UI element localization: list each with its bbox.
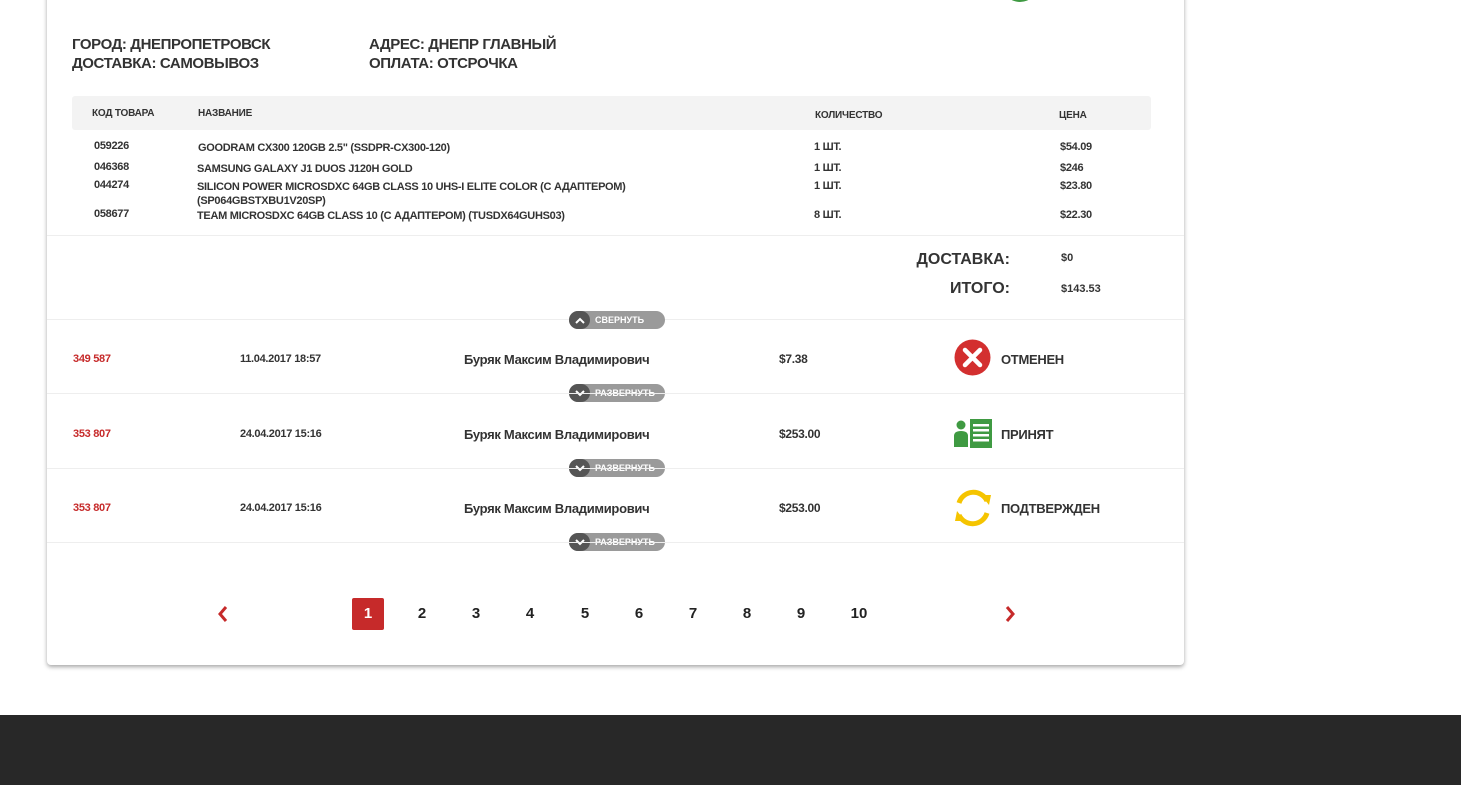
item-code: 046368: [94, 161, 129, 173]
item-qty: 1 ШТ.: [814, 141, 842, 153]
order-sum: $253.00: [779, 501, 821, 515]
status-check-icon: [1002, 0, 1038, 2]
page-10[interactable]: 10: [843, 598, 875, 630]
item-name: GOODRAM CX300 120GB 2.5" (SSDPR-CX300-12…: [198, 142, 450, 154]
divider: [47, 542, 1184, 543]
chevron-left-icon[interactable]: [213, 604, 233, 624]
header-code: КОД ТОВАРА: [92, 108, 155, 119]
confirmed-icon: [951, 487, 995, 534]
item-qty: 1 ШТ.: [814, 162, 842, 174]
order-customer: Буряк Максим Владимирович: [464, 427, 650, 442]
delivery-info: ДОСТАВКА: САМОВЫВОЗ: [72, 55, 259, 72]
delivery-total-label: ДОСТАВКА:: [916, 251, 1010, 268]
divider: [47, 235, 1184, 236]
site-footer: [0, 715, 1461, 785]
order-customer: Буряк Максим Владимирович: [464, 501, 650, 516]
page-7[interactable]: 7: [677, 598, 709, 630]
order-status: ОТМЕНЕН: [1001, 352, 1064, 367]
chevron-up-icon: [569, 311, 590, 329]
grand-total-value: $143.53: [1061, 283, 1101, 295]
order-sum: $7.38: [779, 352, 808, 366]
header-name: НАЗВАНИЕ: [198, 108, 253, 119]
order-id[interactable]: 349 587: [73, 353, 111, 365]
order-id[interactable]: 353 807: [73, 502, 111, 514]
item-code: 059226: [94, 140, 129, 152]
header-price: ЦЕНА: [1059, 110, 1087, 121]
accepted-icon: [954, 419, 994, 454]
collapse-label: СВЕРНУТЬ: [595, 315, 645, 325]
item-name: SILICON POWER MICROSDXC 64GB CLASS 10 UH…: [197, 181, 626, 207]
page-4[interactable]: 4: [514, 598, 546, 630]
order-sum: $253.00: [779, 427, 821, 441]
order-customer: Буряк Максим Владимирович: [464, 352, 650, 367]
item-qty: 8 ШТ.: [814, 209, 842, 221]
page-8[interactable]: 8: [731, 598, 763, 630]
payment-info: ОПЛАТА: ОТСРОЧКА: [369, 55, 518, 72]
address-info: АДРЕС: ДНЕПР ГЛАВНЫЙ: [369, 36, 557, 53]
page-1[interactable]: 1: [352, 598, 384, 630]
page-3[interactable]: 3: [460, 598, 492, 630]
order-date: 24.04.2017 15:16: [240, 428, 322, 440]
order-status: ПРИНЯТ: [1001, 427, 1054, 442]
page-5[interactable]: 5: [569, 598, 601, 630]
chevron-right-icon[interactable]: [1000, 604, 1020, 624]
item-price: $22.30: [1060, 209, 1092, 221]
order-date: 24.04.2017 15:16: [240, 502, 322, 514]
item-price: $246: [1060, 162, 1084, 174]
page-9[interactable]: 9: [785, 598, 817, 630]
item-price: $54.09: [1060, 141, 1092, 153]
item-name: TEAM MICROSDXC 64GB CLASS 10 (С АДАПТЕРО…: [197, 210, 565, 222]
item-price: $23.80: [1060, 180, 1092, 192]
item-name: SAMSUNG GALAXY J1 DUOS J120H GOLD: [197, 163, 413, 175]
page-6[interactable]: 6: [623, 598, 655, 630]
city-info: ГОРОД: ДНЕПРОПЕТРОВСК: [72, 36, 271, 53]
item-qty: 1 ШТ.: [814, 180, 842, 192]
page-2[interactable]: 2: [406, 598, 438, 630]
order-id[interactable]: 353 807: [73, 428, 111, 440]
collapse-button[interactable]: СВЕРНУТЬ: [569, 311, 665, 329]
grand-total-label: ИТОГО:: [950, 280, 1010, 297]
divider: [47, 468, 1184, 469]
order-status: ПОДТВЕРЖДЕН: [1001, 501, 1100, 516]
item-code: 058677: [94, 208, 129, 220]
order-date: 11.04.2017 18:57: [240, 353, 321, 365]
divider: [47, 393, 1184, 394]
cancelled-icon: [954, 339, 991, 381]
delivery-total-value: $0: [1061, 252, 1074, 264]
item-code: 044274: [94, 179, 129, 191]
header-qty: КОЛИЧЕСТВО: [815, 110, 883, 121]
